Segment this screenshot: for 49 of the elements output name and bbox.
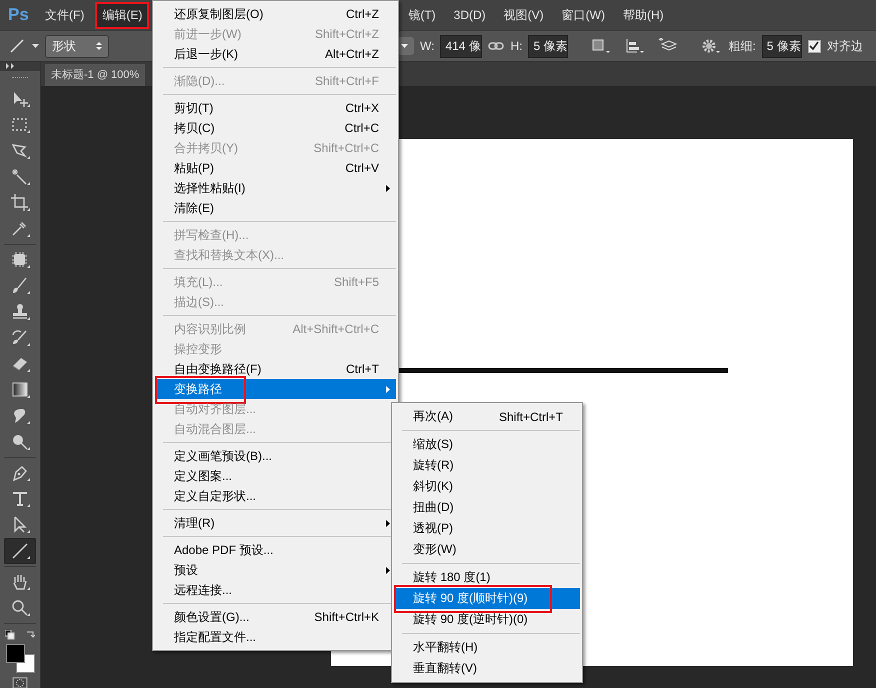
shortcut-text: Alt+Shift+Ctrl+C — [292, 322, 379, 336]
shortcut-text: Shift+Ctrl+Z — [314, 27, 379, 41]
menu-bar-item[interactable]: 3D(D) — [446, 3, 493, 27]
menu-item[interactable]: 旋转(R) — [394, 455, 580, 476]
shortcut-text: Shift+Ctrl+K — [314, 610, 379, 624]
menu-item[interactable]: 旋转 90 度(逆时针)(0) — [394, 609, 580, 630]
height-field[interactable]: 5 像素 — [528, 34, 568, 58]
menu-bar-item[interactable]: 视图(V) — [496, 2, 551, 28]
menu-bar-item[interactable]: 编辑(E) — [95, 2, 150, 28]
shortcut-text: Ctrl+C — [344, 121, 379, 135]
menu-item[interactable]: 还原复制图层(O) Ctrl+Z — [155, 4, 396, 24]
menu-item[interactable]: 透视(P) — [394, 518, 580, 539]
menu-item[interactable]: 清除(E) — [155, 198, 396, 218]
shortcut-text: Ctrl+X — [345, 101, 379, 115]
height-label: H: — [510, 39, 522, 53]
menu-item[interactable]: 扭曲(D) — [394, 497, 580, 518]
menu-item[interactable]: 拷贝(C) Ctrl+C — [155, 118, 396, 138]
app-logo: Ps — [7, 5, 30, 25]
shortcut-text: Ctrl+T — [346, 362, 379, 376]
menu-bar-item[interactable]: 镜(T) — [401, 2, 443, 28]
weight-label: 粗细: — [728, 38, 756, 54]
menu-bar-item[interactable]: 文件(F) — [38, 2, 92, 28]
shortcut-text: Shift+Ctrl+T — [498, 410, 563, 424]
menu-item[interactable]: 变形(W) — [394, 539, 580, 560]
menu-item[interactable]: 自由变换路径(F) Ctrl+T — [155, 359, 396, 379]
menu-item[interactable]: 垂直翻转(V) — [394, 658, 580, 679]
menu-item[interactable]: 后退一步(K) Alt+Ctrl+Z — [155, 44, 396, 64]
document-tab[interactable]: 未标题-1 @ 100% — [45, 64, 146, 86]
menu-bar-item[interactable]: 窗口(W) — [554, 2, 612, 28]
menu-item[interactable]: 斜切(K) — [394, 476, 580, 497]
shortcut-text: Ctrl+Z — [346, 7, 379, 21]
menu-item[interactable]: 粘贴(P) Ctrl+V — [155, 158, 396, 178]
menu-item[interactable]: 剪切(T) Ctrl+X — [155, 98, 396, 118]
menu-item[interactable]: 水平翻转(H) — [394, 637, 580, 658]
weight-field[interactable]: 5 像素 — [762, 34, 802, 58]
menu-item[interactable]: 缩放(S) — [394, 434, 580, 455]
width-field[interactable]: 414 像 — [440, 34, 482, 58]
align-edges-label: 对齐边 — [826, 38, 863, 54]
shortcut-text: Shift+F5 — [334, 275, 379, 289]
shortcut-text: Ctrl+V — [345, 161, 379, 175]
menu-item[interactable]: 再次(A) Shift+Ctrl+T — [394, 406, 580, 427]
shape-mode-dropdown[interactable]: 形状 — [45, 34, 109, 58]
shortcut-text: Alt+Ctrl+Z — [324, 47, 379, 61]
shortcut-text: Shift+Ctrl+C — [314, 141, 379, 155]
width-label: W: — [420, 39, 434, 53]
menu-item[interactable]: 旋转 180 度(1) — [394, 567, 580, 588]
menu-bar-item[interactable]: 帮助(H) — [616, 2, 671, 28]
menu-item[interactable]: 选择性粘贴(I) — [155, 178, 396, 198]
shortcut-text: Shift+Ctrl+F — [314, 74, 379, 88]
